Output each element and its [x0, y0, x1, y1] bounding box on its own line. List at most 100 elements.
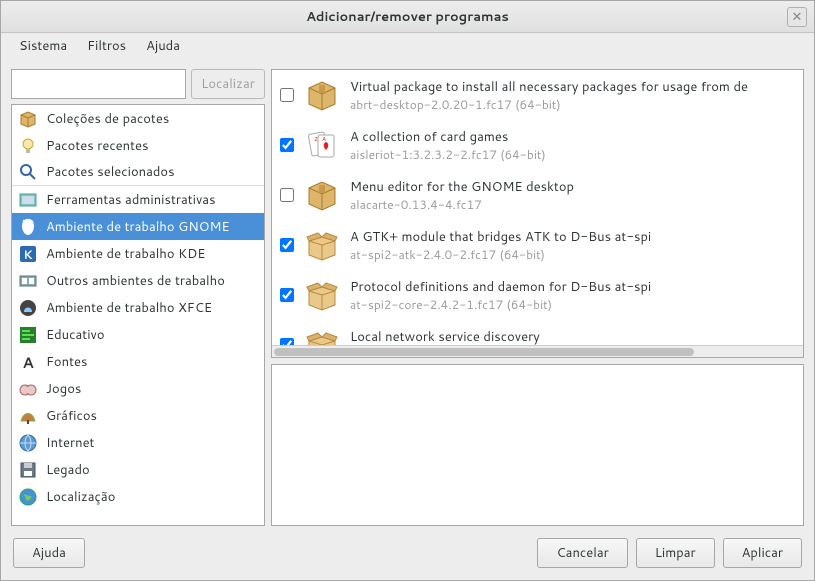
package-title: A GTK+ module that bridges ATK to D-Bus …	[350, 228, 651, 246]
category-item[interactable]: Ambiente de trabalho XFCE	[12, 294, 264, 321]
games-icon	[18, 379, 38, 399]
magnifier-icon	[18, 162, 38, 182]
window-title: Adicionar/remover programas	[306, 8, 509, 26]
category-item[interactable]: Ambiente de trabalho GNOME	[12, 213, 264, 240]
box-closed-icon	[304, 77, 340, 113]
package-title: Virtual package to install all necessary…	[350, 78, 748, 96]
kde-icon: K	[18, 244, 38, 264]
package-subtitle: abrt-desktop-2.0.20-1.fc17 (64-bit)	[350, 96, 748, 113]
globe-icon	[18, 487, 38, 507]
package-item[interactable]: Protocol definitions and daemon for D-Bu…	[272, 270, 803, 320]
help-button[interactable]: Ajuda	[13, 538, 85, 568]
right-pane: Virtual package to install all necessary…	[271, 69, 804, 526]
edu-icon	[18, 325, 38, 345]
svg-text:A: A	[22, 352, 34, 372]
clear-button[interactable]: Limpar	[636, 538, 715, 568]
category-label: Pacotes selecionados	[46, 163, 175, 181]
box-icon	[18, 109, 38, 129]
category-label: Localização	[46, 488, 115, 506]
category-label: Jogos	[46, 380, 81, 398]
package-subtitle: at-spi2-core-2.4.2-1.fc17 (64-bit)	[350, 296, 651, 313]
fonts-icon: A	[18, 352, 38, 372]
category-item[interactable]: Internet	[12, 429, 264, 456]
category-item[interactable]: Outros ambientes de trabalho	[12, 267, 264, 294]
package-list[interactable]: Virtual package to install all necessary…	[271, 69, 804, 358]
detail-pane	[271, 364, 804, 526]
graphics-icon	[18, 406, 38, 426]
category-label: Legado	[46, 461, 90, 479]
category-item[interactable]: Jogos	[12, 375, 264, 402]
package-item[interactable]: 2A A collection of card gamesaisleriot-1:…	[272, 120, 803, 170]
menu-filtros[interactable]: Filtros	[77, 34, 136, 58]
svg-text:2: 2	[314, 134, 318, 143]
package-checkbox[interactable]	[280, 188, 294, 202]
body: Localizar Coleções de pacotes Pacotes rec…	[1, 59, 814, 536]
bulb-icon	[18, 136, 38, 156]
package-title: Menu editor for the GNOME desktop	[350, 178, 574, 196]
gnome-icon	[18, 217, 38, 237]
apply-button[interactable]: Aplicar	[723, 538, 802, 568]
category-label: Coleções de pacotes	[46, 110, 169, 128]
menu-sistema[interactable]: Sistema	[9, 34, 77, 58]
category-item[interactable]: A Fontes	[12, 348, 264, 375]
package-title: Protocol definitions and daemon for D-Bu…	[350, 278, 651, 296]
horizontal-scrollbar[interactable]	[272, 345, 803, 357]
package-item[interactable]: Virtual package to install all necessary…	[272, 70, 803, 120]
package-item[interactable]: Menu editor for the GNOME desktopalacart…	[272, 170, 803, 220]
xfce-icon	[18, 298, 38, 318]
category-label: Gráficos	[46, 407, 97, 425]
category-item[interactable]: Localização	[12, 483, 264, 510]
category-label: Internet	[46, 434, 94, 452]
package-item[interactable]: A GTK+ module that bridges ATK to D-Bus …	[272, 220, 803, 270]
package-checkbox[interactable]	[280, 238, 294, 252]
close-icon: ✕	[792, 8, 803, 26]
package-text: A GTK+ module that bridges ATK to D-Bus …	[350, 228, 651, 263]
scrollbar-thumb[interactable]	[274, 348, 694, 356]
cancel-button[interactable]: Cancelar	[537, 538, 627, 568]
menubar: Sistema Filtros Ajuda	[1, 33, 814, 59]
search-button[interactable]: Localizar	[191, 69, 265, 99]
category-label: Ambiente de trabalho KDE	[46, 245, 205, 263]
package-title: A collection of card games	[350, 128, 546, 146]
category-label: Educativo	[46, 326, 105, 344]
package-subtitle: at-spi2-atk-2.4.0-2.fc17 (64-bit)	[350, 246, 651, 263]
package-text: Menu editor for the GNOME desktopalacart…	[350, 178, 574, 213]
category-label: Outros ambientes de trabalho	[46, 272, 225, 290]
search-field-wrap	[11, 69, 186, 99]
category-label: Ambiente de trabalho GNOME	[46, 218, 230, 236]
category-label: Fontes	[46, 353, 87, 371]
category-item[interactable]: K Ambiente de trabalho KDE	[12, 240, 264, 267]
package-subtitle: aisleriot-1:3.2.3.2-2.fc17 (64-bit)	[350, 146, 546, 163]
package-subtitle: alacarte-0.13.4-4.fc17	[350, 196, 574, 213]
category-list[interactable]: Coleções de pacotes Pacotes recentes Pacot…	[11, 104, 265, 526]
app-window: Adicionar/remover programas ✕ Sistema Fi…	[0, 0, 815, 581]
left-pane: Localizar Coleções de pacotes Pacotes rec…	[11, 69, 265, 526]
package-checkbox[interactable]	[280, 288, 294, 302]
box-open-icon	[304, 227, 340, 263]
package-checkbox[interactable]	[280, 88, 294, 102]
category-item[interactable]: Educativo	[12, 321, 264, 348]
category-item[interactable]: Legado	[12, 456, 264, 483]
close-button[interactable]: ✕	[787, 7, 807, 27]
category-label: Pacotes recentes	[46, 137, 149, 155]
box-open-icon	[304, 277, 340, 313]
category-item[interactable]: Pacotes recentes	[12, 132, 264, 159]
category-item[interactable]: Ferramentas administrativas	[12, 186, 264, 213]
package-text: Protocol definitions and daemon for D-Bu…	[350, 278, 651, 313]
svg-text:K: K	[23, 246, 33, 263]
package-checkbox[interactable]	[280, 138, 294, 152]
internet-icon	[18, 433, 38, 453]
button-bar: Ajuda Cancelar Limpar Aplicar	[1, 536, 814, 580]
search-row: Localizar	[11, 69, 265, 99]
admin-icon	[18, 190, 38, 210]
menu-ajuda[interactable]: Ajuda	[136, 34, 190, 58]
other-de-icon	[18, 271, 38, 291]
category-item[interactable]: Gráficos	[12, 402, 264, 429]
package-title: Local network service discovery	[350, 328, 540, 346]
search-input[interactable]	[24, 75, 179, 93]
category-item[interactable]: Coleções de pacotes	[12, 105, 264, 132]
category-item[interactable]: Pacotes selecionados	[12, 159, 264, 186]
svg-text:A: A	[322, 134, 326, 143]
cards-icon: 2A	[304, 127, 340, 163]
package-text: Virtual package to install all necessary…	[350, 78, 748, 113]
